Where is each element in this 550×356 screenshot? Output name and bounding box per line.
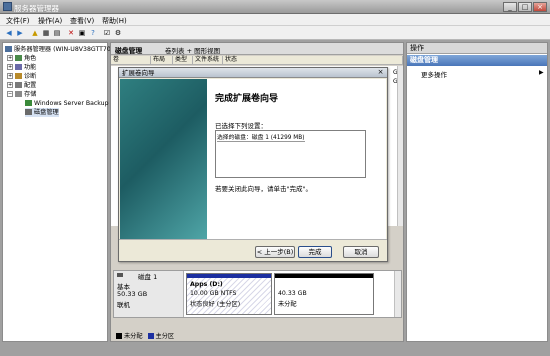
column-layout[interactable]: 布局 [151, 56, 173, 65]
more-actions-arrow-icon[interactable]: ▶ [539, 69, 544, 76]
tree-item-disk-management[interactable]: 磁盘管理 [25, 108, 59, 117]
settings-list[interactable]: 选择的磁盘：磁盘 1 (41299 MB) [215, 130, 366, 178]
toolbar: ◀ ▶ ▲ ▦ ▤ ✕ ▣ ? ☑ ⚙ [0, 26, 550, 40]
server-icon [5, 46, 12, 52]
up-icon[interactable]: ▲ [30, 28, 40, 38]
menu-view[interactable]: 查看(V) [70, 16, 94, 26]
wizard-heading: 完成扩展卷向导 [215, 94, 279, 104]
actions-pane: 操作 磁盘管理 更多操作 ▶ [406, 42, 548, 342]
wizard-banner [120, 79, 207, 239]
expand-icon[interactable]: + [7, 73, 13, 79]
tree-root[interactable]: 服务器管理器 (WIN-U8V38GTT70 [5, 45, 111, 54]
menu-help[interactable]: 帮助(H) [102, 16, 127, 26]
expand-icon[interactable]: + [7, 64, 13, 70]
partition-bar [187, 274, 271, 278]
menu-file[interactable]: 文件(F) [6, 16, 30, 26]
menu-bar: 文件(F) 操作(A) 查看(V) 帮助(H) [0, 14, 550, 26]
tree-item-roles[interactable]: + 角色 [7, 54, 36, 63]
settings-line: 选择的磁盘：磁盘 1 (41299 MB) [217, 132, 305, 142]
actions-section[interactable]: 磁盘管理 [407, 55, 547, 66]
tree-item-backup[interactable]: Windows Server Backup [25, 99, 109, 108]
export-icon[interactable]: ▣ [77, 28, 87, 38]
delete-icon[interactable]: ✕ [66, 28, 76, 38]
navigation-tree: 服务器管理器 (WIN-U8V38GTT70 + 角色 + 功能 + 诊断 + 配置 −… [2, 42, 111, 342]
show-tree-icon[interactable]: ▦ [41, 28, 51, 38]
close-button[interactable]: × [533, 2, 547, 12]
partition-size: 40.33 GB [278, 290, 307, 297]
partition-status: 状态良好 (主分区) [190, 301, 241, 308]
column-volume[interactable]: 卷 [111, 56, 151, 65]
disk-row: 磁盘 1 基本 50.33 GB 联机 Apps (D:) 10.00 GB N… [113, 270, 402, 318]
features-icon [15, 64, 22, 70]
more-actions-link[interactable]: 更多操作 [421, 69, 447, 79]
tree-item-storage[interactable]: − 存储 [7, 90, 36, 99]
maximize-button[interactable]: □ [518, 2, 532, 12]
partition-apps[interactable]: Apps (D:) 10.00 GB NTFS 状态良好 (主分区) [186, 273, 272, 315]
tree-item-configuration[interactable]: + 配置 [7, 81, 36, 90]
actions-header: 操作 [407, 43, 547, 54]
forward-icon[interactable]: ▶ [15, 28, 25, 38]
wizard-content: 完成扩展卷向导 已选择下列设置： 选择的磁盘：磁盘 1 (41299 MB) 若… [207, 79, 386, 239]
pane-title: 磁盘管理 [115, 47, 143, 55]
pane-header: 磁盘管理 卷列表 + 图形视图 [111, 43, 403, 55]
column-filesystem[interactable]: 文件系统 [193, 56, 223, 65]
disk-management-icon [25, 109, 32, 115]
minimize-button[interactable]: _ [503, 2, 517, 12]
legend: 未分配 主分区 [113, 332, 402, 341]
legend-primary-swatch [147, 333, 154, 339]
partition-bar [275, 274, 373, 278]
storage-icon [15, 91, 22, 97]
title-bar: 服务器管理器 _ □ × [0, 0, 550, 14]
window-title: 服务器管理器 [14, 4, 59, 13]
view-mode: 卷列表 + 图形视图 [165, 47, 221, 55]
partition-size: 10.00 GB NTFS [190, 290, 237, 297]
configuration-icon [15, 82, 22, 88]
finish-button[interactable]: 完成 [298, 246, 332, 258]
disk-icon [117, 273, 123, 277]
disk-name: 磁盘 1 [138, 273, 158, 281]
disk-size: 50.33 GB [117, 290, 148, 298]
check-icon[interactable]: ☑ [102, 28, 112, 38]
extend-volume-wizard: 扩展卷向导 × 完成扩展卷向导 已选择下列设置： 选择的磁盘：磁盘 1 (412… [118, 67, 388, 262]
cancel-button[interactable]: 取消 [343, 246, 379, 258]
disk-status: 联机 [117, 301, 130, 309]
help-icon[interactable]: ? [88, 28, 98, 38]
tree-item-features[interactable]: + 功能 [7, 63, 36, 72]
close-hint: 若要关闭此向导，请单击"完成"。 [215, 185, 312, 193]
server-manager-icon [3, 2, 12, 11]
collapse-icon[interactable]: − [7, 91, 13, 97]
roles-icon [15, 55, 22, 61]
wizard-footer: < 上一步(B) 完成 取消 [119, 239, 387, 261]
column-status[interactable]: 状态 [223, 56, 403, 65]
partition-unallocated[interactable]: 40.33 GB 未分配 [274, 273, 374, 315]
expand-icon[interactable]: + [7, 55, 13, 61]
legend-unallocated-swatch [116, 333, 122, 339]
disk-info[interactable]: 磁盘 1 基本 50.33 GB 联机 [114, 271, 184, 317]
menu-action[interactable]: 操作(A) [38, 16, 62, 26]
wizard-title: 扩展卷向导 [119, 68, 387, 78]
back-icon[interactable]: ◀ [4, 28, 14, 38]
settings-icon[interactable]: ⚙ [113, 28, 123, 38]
backup-icon [25, 100, 32, 106]
partition-label: Apps (D:) [190, 281, 223, 288]
selected-settings-label: 已选择下列设置： [215, 122, 267, 130]
properties-icon[interactable]: ▤ [52, 28, 62, 38]
legend-unallocated-label: 未分配 [124, 333, 143, 340]
partition-status: 未分配 [278, 301, 297, 308]
legend-primary-label: 主分区 [155, 333, 175, 340]
expand-icon[interactable]: + [7, 82, 13, 88]
tree-item-diagnostics[interactable]: + 诊断 [7, 72, 36, 81]
disk-scrollbar[interactable] [394, 271, 401, 317]
wizard-close-button[interactable]: × [376, 69, 385, 77]
back-button[interactable]: < 上一步(B) [255, 246, 295, 258]
diagnostics-icon [15, 73, 22, 79]
column-type[interactable]: 类型 [173, 56, 193, 65]
vertical-scrollbar[interactable] [397, 66, 403, 226]
